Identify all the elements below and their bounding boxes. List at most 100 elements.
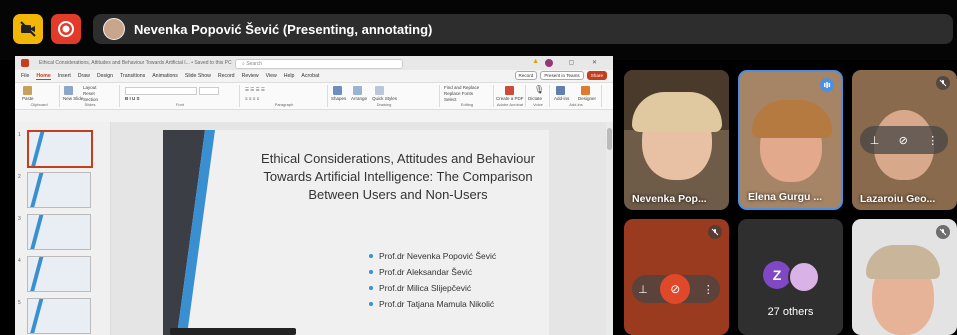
warning-icon[interactable]: ▲: [532, 58, 539, 65]
menu-acrobat[interactable]: Acrobat: [301, 73, 319, 79]
designer-button[interactable]: Designer: [578, 96, 596, 101]
window-controls[interactable]: — ▢ ✕: [545, 59, 605, 66]
slide-thumbnail-3[interactable]: [27, 214, 91, 250]
arrange-button[interactable]: Arrange: [351, 96, 367, 101]
shapes-icon[interactable]: [333, 86, 342, 95]
slide-thumbnails-pane: 1 2 3 4 5: [15, 122, 111, 335]
quick-styles-icon[interactable]: [375, 86, 384, 95]
record-button[interactable]: [51, 14, 81, 44]
participant-name: Nevenka Pop...: [632, 193, 707, 205]
menu-animations[interactable]: Animations: [152, 73, 178, 79]
layout-button[interactable]: Layout: [83, 85, 97, 90]
author-item: Prof.dr Aleksandar Šević: [369, 264, 496, 280]
camera-off-icon: [20, 21, 36, 37]
font-name-select[interactable]: [125, 87, 197, 95]
slide-thumbnail-4[interactable]: [27, 256, 91, 292]
record-icon: [58, 21, 74, 37]
menu-insert[interactable]: Insert: [58, 73, 71, 79]
reset-button[interactable]: Reset: [83, 91, 95, 96]
thumb-number: 5: [18, 300, 21, 306]
more-options-icon[interactable]: ⋮: [703, 283, 714, 296]
microphone-icon[interactable]: 🎙: [534, 85, 544, 94]
menu-record[interactable]: Record: [218, 73, 235, 79]
ribbon: Paste Clipboard New Slide Layout Reset S…: [15, 82, 613, 110]
arrange-icon[interactable]: [353, 86, 362, 95]
vertical-scrollbar[interactable]: [606, 122, 613, 335]
participant-tile-6[interactable]: [852, 219, 957, 335]
current-slide[interactable]: Ethical Considerations, Attitudes and Be…: [163, 130, 549, 335]
slide-thumbnail-2[interactable]: [27, 172, 91, 208]
group-label-voice: Voice: [533, 102, 543, 107]
participant-name: Lazaroiu Geo...: [860, 193, 936, 205]
title-bar: Ethical Considerations, Attitudes and Be…: [15, 56, 613, 70]
search-input[interactable]: ⌕ Search: [235, 59, 403, 69]
create-pdf-button[interactable]: Create a PDF: [496, 96, 524, 101]
find-replace-button[interactable]: Find and Replace: [444, 85, 479, 90]
menu-home[interactable]: Home: [36, 73, 51, 80]
paste-button[interactable]: Paste: [22, 96, 34, 101]
create-pdf-icon[interactable]: [505, 86, 514, 95]
presenter-avatar: [103, 18, 125, 40]
menu-design[interactable]: Design: [97, 73, 113, 79]
menu-help[interactable]: Help: [284, 73, 295, 79]
group-label-drawing: Drawing: [376, 102, 392, 107]
new-slide-button[interactable]: New Slide: [63, 96, 83, 101]
ribbon-group-voice: 🎙 Dictate Voice: [527, 85, 550, 107]
pin-icon[interactable]: ⊥: [638, 283, 648, 296]
addins-icon[interactable]: [556, 86, 565, 95]
pin-icon[interactable]: ⊥: [870, 134, 880, 147]
others-tile[interactable]: Z 27 others: [738, 219, 843, 335]
menu-review[interactable]: Review: [242, 73, 259, 79]
participant-tile-4[interactable]: ⊥ ⊘ ⋮: [624, 219, 729, 335]
dictate-button[interactable]: Dictate: [528, 96, 542, 101]
muted-microphone-icon: [936, 76, 950, 90]
annotation-toolbar[interactable]: [170, 328, 296, 335]
document-title: Ethical Considerations, Attitudes and Be…: [39, 60, 232, 66]
present-in-teams-button[interactable]: Present in Teams: [540, 71, 584, 80]
group-label-slides: Slides: [84, 102, 96, 107]
participant-tile-2[interactable]: Elena Gurgu ...: [738, 70, 843, 210]
muted-microphone-icon: [708, 225, 722, 239]
others-count-label: 27 others: [767, 306, 814, 318]
thumb-number: 2: [18, 174, 21, 180]
mute-participant-icon[interactable]: ⊘: [899, 134, 908, 147]
camera-off-button[interactable]: [13, 14, 43, 44]
bold-italic-underline-buttons[interactable]: B I U S: [125, 96, 140, 101]
thumb-stripe: [29, 132, 45, 166]
participant-hair: [752, 100, 832, 138]
addins-button[interactable]: Add-ins: [554, 96, 569, 101]
menu-slide-show[interactable]: Slide Show: [185, 73, 211, 79]
slide-thumbnail-1[interactable]: [27, 130, 93, 168]
shared-powerpoint-window: Ethical Considerations, Attitudes and Be…: [15, 56, 613, 335]
align-buttons[interactable]: ≡ ≡ ≡ ≡: [245, 96, 259, 101]
record-pill-button[interactable]: Record: [514, 71, 538, 80]
paste-icon[interactable]: [23, 86, 32, 95]
new-slide-icon[interactable]: [64, 86, 73, 95]
participant-tile-3[interactable]: ⊥ ⊘ ⋮ Lazaroiu Geo...: [852, 70, 957, 210]
menu-file[interactable]: File: [21, 73, 29, 79]
quick-styles-button[interactable]: Quick Styles: [372, 96, 397, 101]
menu-transitions[interactable]: Transitions: [120, 73, 145, 79]
designer-icon[interactable]: [581, 86, 590, 95]
scrollbar-thumb[interactable]: [607, 128, 612, 150]
font-size-select[interactable]: [199, 87, 219, 95]
ribbon-group-slides: New Slide Layout Reset Section Slides: [61, 85, 120, 107]
participant-tile-1[interactable]: Nevenka Pop...: [624, 70, 729, 210]
replace-fonts-button[interactable]: Replace Fonts: [444, 91, 473, 96]
slide-title-line-2: Towards Artificial Intelligence: The Com…: [263, 169, 533, 184]
more-options-icon[interactable]: ⋮: [927, 134, 938, 147]
menu-draw[interactable]: Draw: [78, 73, 90, 79]
thumb-number: 3: [18, 216, 21, 222]
ribbon-group-addins: Add-ins Designer Add-ins: [551, 85, 602, 107]
thumb-number: 1: [18, 132, 21, 138]
slide-thumbnail-5[interactable]: [27, 298, 91, 334]
mute-participant-icon[interactable]: ⊘: [660, 274, 691, 304]
author-list: Prof.dr Nevenka Popović Šević Prof.dr Al…: [369, 248, 496, 312]
presenter-pill[interactable]: Nevenka Popović Šević (Presenting, annot…: [93, 14, 953, 44]
participant-name: Elena Gurgu ...: [748, 191, 823, 203]
share-button[interactable]: Share: [586, 71, 607, 80]
menu-view[interactable]: View: [266, 73, 277, 79]
shapes-button[interactable]: Shapes: [331, 96, 346, 101]
list-buttons[interactable]: ☰ ☰ ☰ ☰: [245, 87, 265, 93]
tile-hover-controls: ⊥ ⊘ ⋮: [860, 126, 948, 154]
